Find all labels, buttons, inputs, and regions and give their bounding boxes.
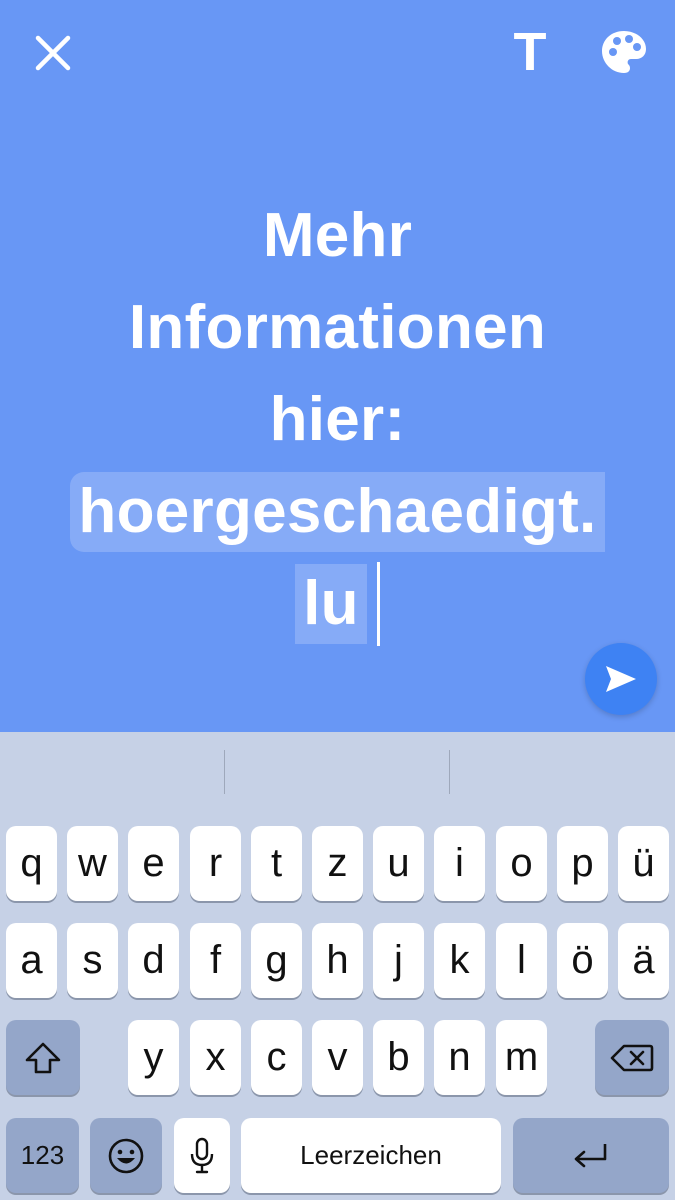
prediction-slot[interactable] [0, 732, 224, 814]
backspace-icon [610, 1044, 654, 1071]
key-q[interactable]: q [6, 826, 57, 901]
palette-icon [602, 31, 646, 73]
space-key[interactable]: Leerzeichen [241, 1118, 501, 1193]
close-button[interactable] [22, 22, 84, 84]
key-o-umlaut[interactable]: ö [557, 923, 608, 998]
story-text-editor: T Mehr Informationen hier: hoergeschaedi… [0, 0, 675, 732]
key-c[interactable]: c [251, 1020, 302, 1095]
delete-key[interactable] [595, 1020, 669, 1095]
key-l[interactable]: l [496, 923, 547, 998]
key-a[interactable]: a [6, 923, 57, 998]
key-s[interactable]: s [67, 923, 118, 998]
key-o[interactable]: o [496, 826, 547, 901]
emoji-icon [108, 1138, 144, 1173]
key-t[interactable]: t [251, 826, 302, 901]
key-m[interactable]: m [496, 1020, 547, 1095]
close-icon [35, 35, 71, 71]
prediction-slot[interactable] [225, 732, 449, 814]
key-u-umlaut[interactable]: ü [618, 826, 669, 901]
text-line: Informationen [128, 293, 547, 362]
text-style-button[interactable]: T [498, 20, 562, 84]
emoji-key[interactable] [90, 1118, 162, 1193]
key-a-umlaut[interactable]: ä [618, 923, 669, 998]
text-line: hier: [269, 385, 406, 454]
key-j[interactable]: j [373, 923, 424, 998]
selected-text-line: hoergeschaedigt. [40, 466, 635, 558]
key-u[interactable]: u [373, 826, 424, 901]
return-key[interactable] [513, 1118, 669, 1193]
dictation-key[interactable] [174, 1118, 230, 1193]
text-cursor [376, 561, 380, 646]
text-line: Mehr [262, 201, 413, 270]
key-h[interactable]: h [312, 923, 363, 998]
text-style-label: T [513, 22, 547, 82]
send-button[interactable] [585, 643, 657, 715]
key-n[interactable]: n [434, 1020, 485, 1095]
key-g[interactable]: g [251, 923, 302, 998]
key-i[interactable]: i [434, 826, 485, 901]
key-k[interactable]: k [434, 923, 485, 998]
color-palette-button[interactable] [592, 20, 656, 84]
shift-key[interactable] [6, 1020, 80, 1095]
key-y[interactable]: y [128, 1020, 179, 1095]
text-selection: lu [295, 564, 367, 644]
key-r[interactable]: r [190, 826, 241, 901]
key-x[interactable]: x [190, 1020, 241, 1095]
selected-text-line: lu [40, 558, 635, 650]
key-z[interactable]: z [312, 826, 363, 901]
key-v[interactable]: v [312, 1020, 363, 1095]
key-w[interactable]: w [67, 826, 118, 901]
onscreen-keyboard: q w e r t z u i o p ü a s d f g h j k l … [0, 732, 675, 1200]
story-text-input[interactable]: Mehr Informationen hier: hoergeschaedigt… [40, 190, 635, 650]
numbers-key[interactable]: 123 [6, 1118, 79, 1193]
prediction-slot[interactable] [450, 732, 675, 814]
prediction-bar [0, 732, 675, 814]
key-f[interactable]: f [190, 923, 241, 998]
shift-icon [25, 1042, 61, 1073]
microphone-icon [190, 1137, 214, 1173]
key-e[interactable]: e [128, 826, 179, 901]
return-icon [574, 1143, 607, 1167]
text-selection: hoergeschaedigt. [70, 472, 605, 552]
send-arrow-icon [606, 666, 636, 692]
key-b[interactable]: b [373, 1020, 424, 1095]
key-d[interactable]: d [128, 923, 179, 998]
key-p[interactable]: p [557, 826, 608, 901]
